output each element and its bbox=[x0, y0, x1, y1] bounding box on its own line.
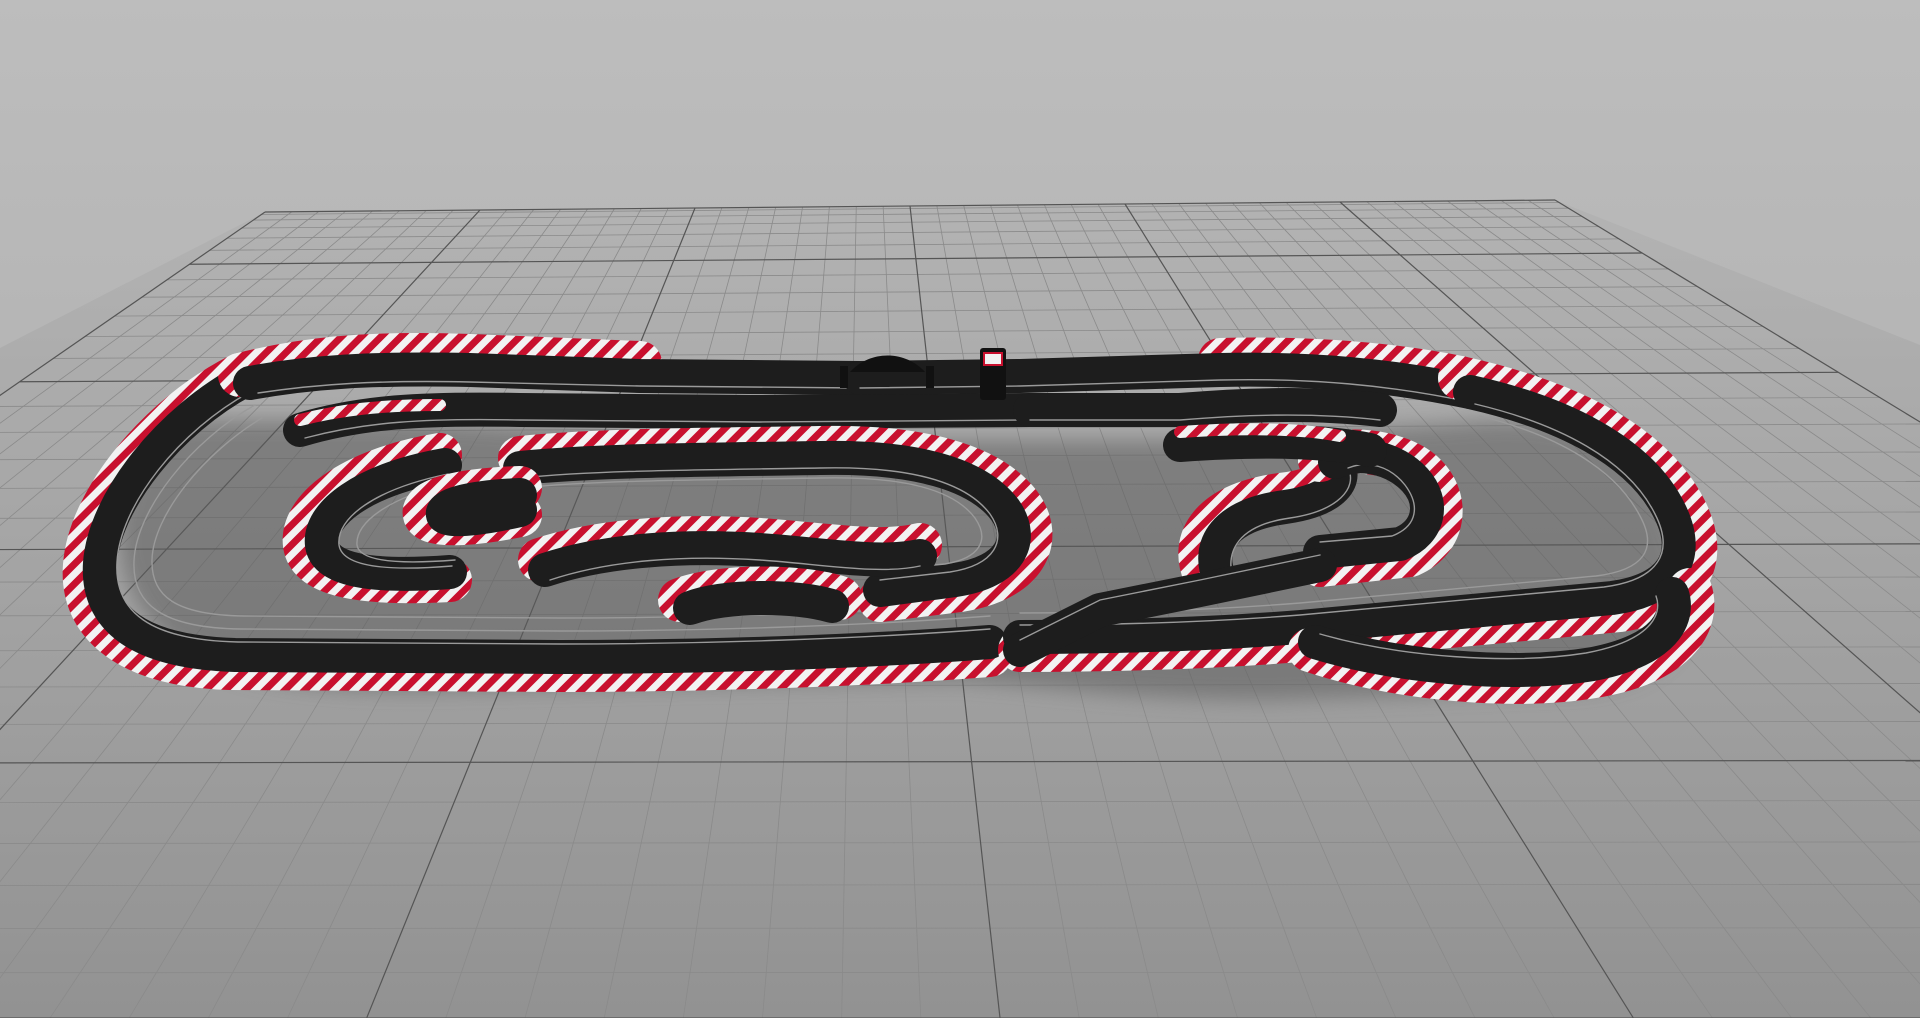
track-scene[interactable] bbox=[0, 0, 1920, 1018]
viewport-3d[interactable] bbox=[0, 0, 1920, 1018]
lap-counter-tower-icon[interactable] bbox=[980, 348, 1006, 400]
